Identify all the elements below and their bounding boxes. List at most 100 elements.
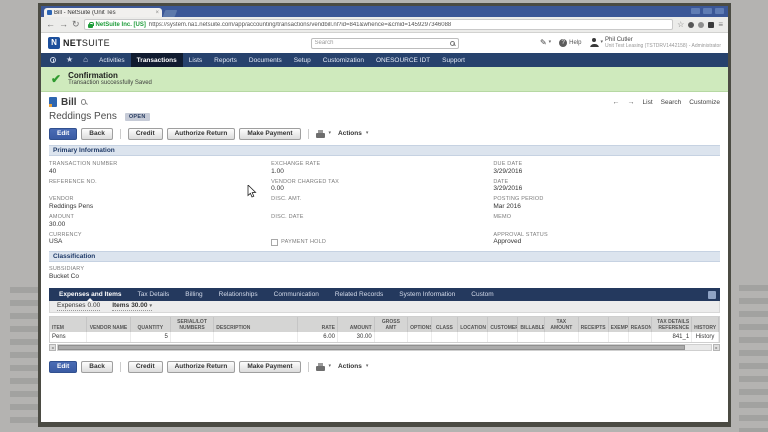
nav-item-reports[interactable]: Reports xyxy=(208,53,243,67)
cell-location xyxy=(458,332,488,342)
cell-gross-amt xyxy=(374,332,407,342)
extension-icon-3[interactable] xyxy=(708,22,714,28)
browser-toolbar: ← → ↻ NetSuite Inc. [US] https://system.… xyxy=(41,17,728,33)
field-amount: AMOUNT 30.00 xyxy=(49,214,271,229)
nav-item-onesource-idt[interactable]: ONESOURCE IDT xyxy=(370,53,436,67)
authorize-return-button[interactable]: Authorize Return xyxy=(167,128,236,140)
divider xyxy=(308,129,309,139)
user-info: Phil Cutler Unit Test Leasing (TSTDRV144… xyxy=(605,37,721,50)
recent-records-icon[interactable] xyxy=(50,57,56,63)
netsuite-logo-icon: N xyxy=(48,37,60,49)
make-payment-button-bottom[interactable]: Make Payment xyxy=(239,361,300,373)
record-subtab-bar: Expenses and Items Tax Details Billing R… xyxy=(49,288,720,301)
history-link[interactable]: History xyxy=(692,332,719,342)
close-window-button[interactable] xyxy=(715,8,724,14)
search-icon[interactable] xyxy=(450,41,455,46)
reload-icon[interactable]: ↻ xyxy=(72,20,80,29)
forward-icon[interactable]: → xyxy=(59,20,68,29)
record-search-icon[interactable] xyxy=(81,99,87,105)
chevron-down-icon[interactable]: ▾ xyxy=(329,131,332,136)
print-icon[interactable] xyxy=(316,363,325,371)
previous-record-icon[interactable]: ← xyxy=(613,99,620,106)
credit-button-bottom[interactable]: Credit xyxy=(128,361,163,373)
help-menu[interactable]: ? Help xyxy=(559,39,581,47)
bookmark-star-icon[interactable]: ☆ xyxy=(677,21,684,29)
nav-item-activities[interactable]: Activities xyxy=(93,53,131,67)
field-vendor: VENDOR Reddings Pens xyxy=(49,196,271,211)
make-payment-button[interactable]: Make Payment xyxy=(239,128,300,140)
nav-item-lists[interactable]: Lists xyxy=(183,53,208,67)
print-icon[interactable] xyxy=(316,130,325,138)
nav-item-transactions[interactable]: Transactions xyxy=(131,53,183,67)
maximize-button[interactable] xyxy=(703,8,712,14)
tab-billing[interactable]: Billing xyxy=(177,288,210,301)
field-payment-hold: PAYMENT HOLD xyxy=(271,239,493,246)
quick-add-menu[interactable]: ✎ ▾ xyxy=(540,39,551,47)
extension-icon-1[interactable] xyxy=(688,22,694,28)
address-bar[interactable]: NetSuite Inc. [US] https://system.na1.ne… xyxy=(84,19,674,30)
edit-button-bottom[interactable]: Edit xyxy=(49,361,77,373)
divider xyxy=(120,362,121,372)
edit-button[interactable]: Edit xyxy=(49,128,77,140)
netsuite-logo[interactable]: N NETSUITE xyxy=(48,37,110,49)
payment-hold-checkbox[interactable] xyxy=(271,239,278,246)
field-reference-no: REFERENCE NO. xyxy=(49,179,271,194)
back-button[interactable]: Back xyxy=(81,128,113,140)
browser-tab[interactable]: Bill - NetSuite (Unit Tes × xyxy=(44,8,162,17)
col-item: ITEM xyxy=(50,317,87,332)
extension-icon-2[interactable] xyxy=(698,22,704,28)
browser-tab-strip: Bill - NetSuite (Unit Tes × xyxy=(41,6,728,17)
global-search-input[interactable] xyxy=(315,40,450,46)
scrollbar-thumb[interactable] xyxy=(58,345,685,350)
authorize-return-button-bottom[interactable]: Authorize Return xyxy=(167,361,236,373)
next-record-icon[interactable]: → xyxy=(628,99,635,106)
tab-close-icon[interactable]: × xyxy=(155,10,159,16)
minimize-button[interactable] xyxy=(691,8,700,14)
search-link[interactable]: Search xyxy=(661,99,682,106)
chrome-menu-icon[interactable]: ≡ xyxy=(718,21,723,29)
nav-item-documents[interactable]: Documents xyxy=(243,53,288,67)
field-date: DATE 3/29/2016 xyxy=(493,179,720,194)
classification-section-header[interactable]: Classification xyxy=(49,251,720,262)
tab-expenses-and-items[interactable]: Expenses and Items xyxy=(51,288,130,301)
back-icon[interactable]: ← xyxy=(46,20,55,29)
cell-tax-details-reference: 841_1 xyxy=(652,332,692,342)
chevron-down-icon[interactable]: ▾ xyxy=(329,364,332,369)
tab-custom[interactable]: Custom xyxy=(463,288,501,301)
customize-link[interactable]: Customize xyxy=(689,99,720,106)
tab-communication[interactable]: Communication xyxy=(266,288,327,301)
tab-relationships[interactable]: Relationships xyxy=(211,288,266,301)
window-controls xyxy=(691,8,724,14)
field-exchange-rate: EXCHANGE RATE 1.00 xyxy=(271,161,493,176)
user-menu[interactable]: ▾ Phil Cutler Unit Test Leasing (TSTDRV1… xyxy=(590,37,722,50)
divider xyxy=(308,362,309,372)
nav-item-support[interactable]: Support xyxy=(436,53,471,67)
sublist-selector-bar: Expenses 0.00 Items 30.00 ▾ xyxy=(49,301,720,313)
col-vendor-name: VENDOR NAME xyxy=(87,317,130,332)
url-text: https://system.na1.netsuite.com/app/acco… xyxy=(149,22,669,28)
back-button-bottom[interactable]: Back xyxy=(81,361,113,373)
tab-system-information[interactable]: System Information xyxy=(391,288,463,301)
actions-menu-bottom[interactable]: Actions xyxy=(338,363,362,370)
tab-tax-details[interactable]: Tax Details xyxy=(130,288,178,301)
nav-item-setup[interactable]: Setup xyxy=(288,53,317,67)
primary-information-section-header[interactable]: Primary Information xyxy=(49,145,720,156)
credit-button[interactable]: Credit xyxy=(128,128,163,140)
global-search-box[interactable] xyxy=(311,38,459,49)
header-right-cluster: ✎ ▾ ? Help ▾ Phil Cutler Unit Test Leasi… xyxy=(540,37,721,50)
home-icon[interactable]: ⌂ xyxy=(78,56,93,64)
scroll-left-button[interactable]: ◂ xyxy=(49,344,56,351)
scroll-right-button[interactable]: ▸ xyxy=(713,344,720,351)
record-page: Bill ← → List Search Customize Reddings … xyxy=(41,92,728,422)
tab-related-records[interactable]: Related Records xyxy=(327,288,391,301)
collapse-tabs-icon[interactable] xyxy=(708,291,716,299)
nav-item-customization[interactable]: Customization xyxy=(317,53,370,67)
subtab-expenses[interactable]: Expenses 0.00 xyxy=(57,302,100,311)
shortcuts-star-icon[interactable]: ★ xyxy=(61,56,78,64)
col-tax-amount: TAX AMOUNT xyxy=(545,317,578,332)
scrollbar-track[interactable] xyxy=(57,344,712,351)
new-tab-button[interactable] xyxy=(163,10,178,17)
subtab-items[interactable]: Items 30.00 ▾ xyxy=(112,302,152,311)
list-link[interactable]: List xyxy=(643,99,653,106)
actions-menu[interactable]: Actions xyxy=(338,130,362,137)
